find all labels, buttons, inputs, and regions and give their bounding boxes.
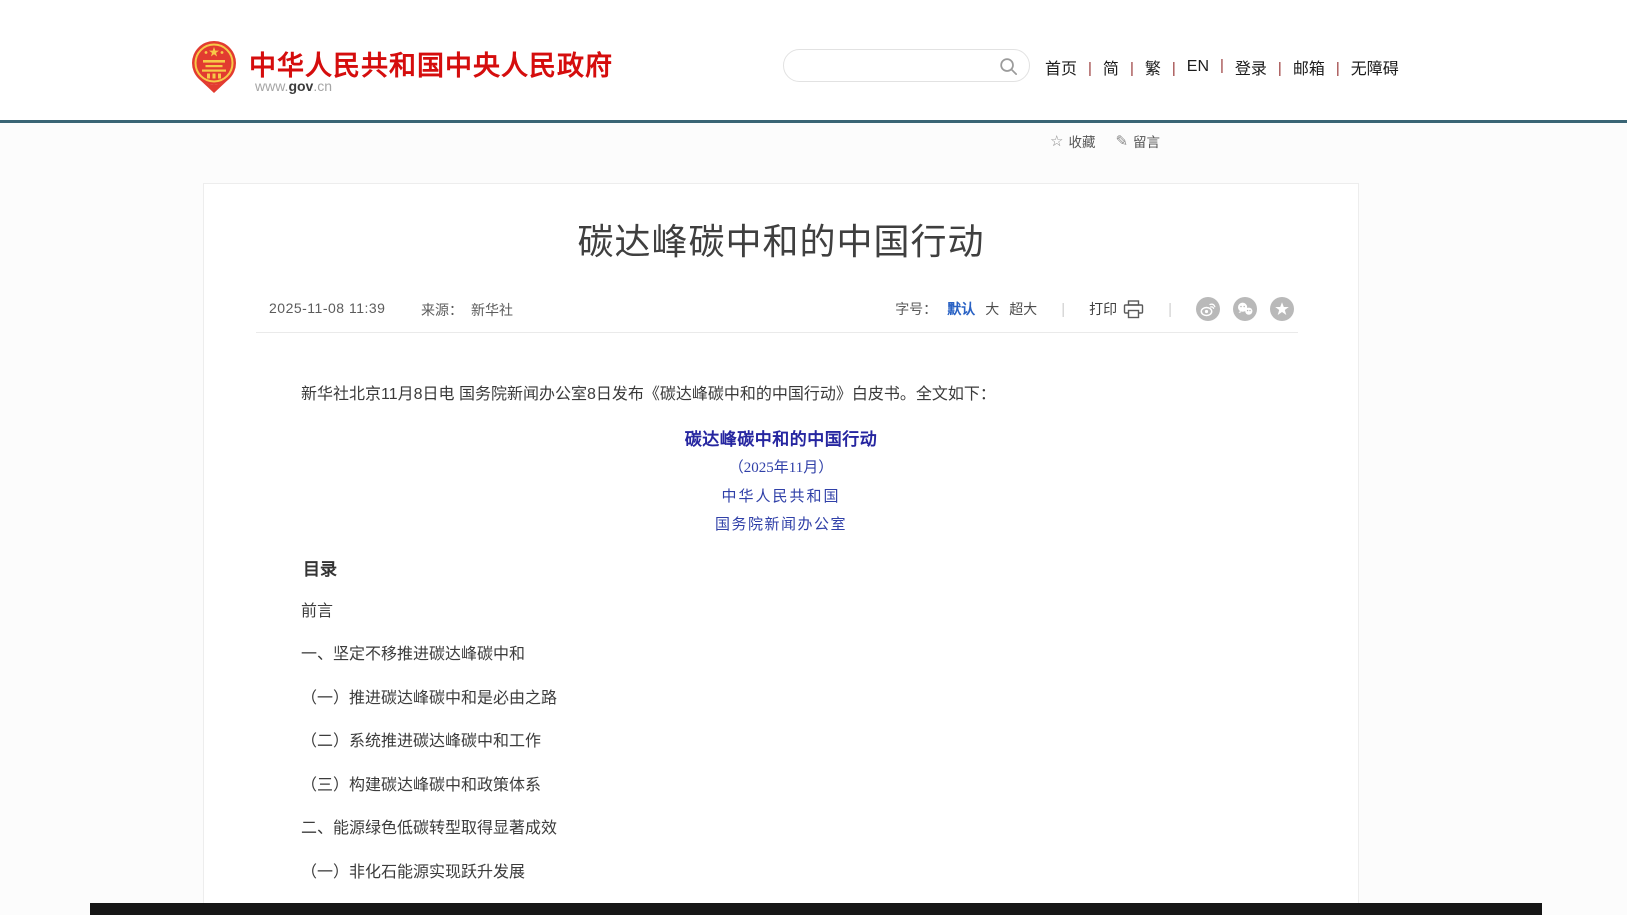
meta-separator (256, 332, 1298, 333)
article-meta-row: 2025-11-08 11:39 来源： 新华社 字号： 默认 大 超大 | 打印 (204, 296, 1358, 322)
article-card: 碳达峰碳中和的中国行动 2025-11-08 11:39 来源： 新华社 字号： … (203, 183, 1359, 915)
url-prefix: www. (255, 78, 288, 94)
pencil-icon: ✎ (1115, 132, 1128, 150)
toc-item-preface: 前言 (269, 599, 1298, 625)
favorite-label: 收藏 (1068, 131, 1095, 151)
message-label: 留言 (1133, 131, 1160, 151)
tools-divider: | (1061, 301, 1065, 318)
national-emblem-logo (190, 38, 238, 94)
fontsize-label: 字号： (895, 299, 937, 319)
nav-english[interactable]: EN (1187, 58, 1235, 76)
nav-mail[interactable]: 邮箱 (1293, 55, 1351, 79)
source-label: 来源： (421, 302, 463, 318)
more-share-icon[interactable] (1270, 297, 1294, 321)
share-icons (1196, 297, 1294, 321)
top-nav: 首页 简 繁 EN 登录 邮箱 无障碍 (1045, 53, 1399, 81)
nav-home[interactable]: 首页 (1045, 55, 1103, 79)
publish-date: 2025-11-08 11:39 (269, 300, 385, 316)
toc-item-1-2: （二）系统推进碳达峰碳中和工作 (269, 729, 1298, 755)
article-tools: 字号： 默认 大 超大 | 打印 | (895, 296, 1294, 322)
url-suffix: .cn (313, 78, 332, 94)
site-header: 中华人民共和国中央人民政府 www.gov.cn 首页 简 繁 EN 登录 邮箱… (0, 0, 1627, 120)
search-icon[interactable] (998, 56, 1019, 77)
nav-accessibility[interactable]: 无障碍 (1351, 55, 1399, 79)
wechat-share-icon[interactable] (1233, 297, 1257, 321)
document-issuer-office: 国务院新闻办公室 (204, 512, 1358, 538)
page-actions: ☆ 收藏 ✎ 留言 (1050, 131, 1160, 151)
fontsize-default-button[interactable]: 默认 (947, 299, 975, 319)
toc-item-2-1: （一）非化石能源实现跃升发展 (269, 860, 1298, 886)
toc-item-1-1: （一）推进碳达峰碳中和是必由之路 (269, 686, 1298, 712)
source-value: 新华社 (471, 302, 513, 318)
article-title: 碳达峰碳中和的中国行动 (204, 220, 1358, 264)
weibo-share-icon[interactable] (1196, 297, 1220, 321)
nav-simplified[interactable]: 简 (1103, 55, 1145, 79)
bottom-edge-bar (90, 903, 1542, 915)
search-box[interactable] (783, 49, 1030, 82)
printer-icon (1123, 300, 1144, 319)
document-title: 碳达峰碳中和的中国行动 (204, 427, 1358, 453)
nav-traditional[interactable]: 繁 (1145, 55, 1187, 79)
article-intro: 新华社北京11月8日电 国务院新闻办公室8日发布《碳达峰碳中和的中国行动》白皮书… (269, 382, 1298, 408)
document-date: （2025年11月） (204, 455, 1358, 481)
page: 中华人民共和国中央人民政府 www.gov.cn 首页 简 繁 EN 登录 邮箱… (0, 0, 1627, 915)
tools-divider: | (1168, 301, 1172, 318)
site-url: www.gov.cn (255, 78, 332, 94)
star-outline-icon: ☆ (1050, 132, 1063, 150)
toc-item-1-3: （三）构建碳达峰碳中和政策体系 (269, 773, 1298, 799)
url-domain: gov (288, 78, 313, 94)
nav-login[interactable]: 登录 (1235, 55, 1293, 79)
favorite-button[interactable]: ☆ 收藏 (1050, 131, 1095, 151)
toc-item-2: 二、能源绿色低碳转型取得显著成效 (269, 816, 1298, 842)
fontsize-xlarge-button[interactable]: 超大 (1009, 299, 1037, 319)
search-input[interactable] (800, 53, 990, 78)
toc-heading: 目录 (269, 557, 337, 583)
message-button[interactable]: ✎ 留言 (1115, 131, 1160, 151)
print-button[interactable]: 打印 (1089, 299, 1144, 319)
print-label: 打印 (1089, 299, 1117, 319)
fontsize-large-button[interactable]: 大 (985, 299, 999, 319)
document-issuer-country: 中华人民共和国 (204, 484, 1358, 510)
source: 来源： 新华社 (421, 300, 513, 320)
toc-item-1: 一、坚定不移推进碳达峰碳中和 (269, 642, 1298, 668)
